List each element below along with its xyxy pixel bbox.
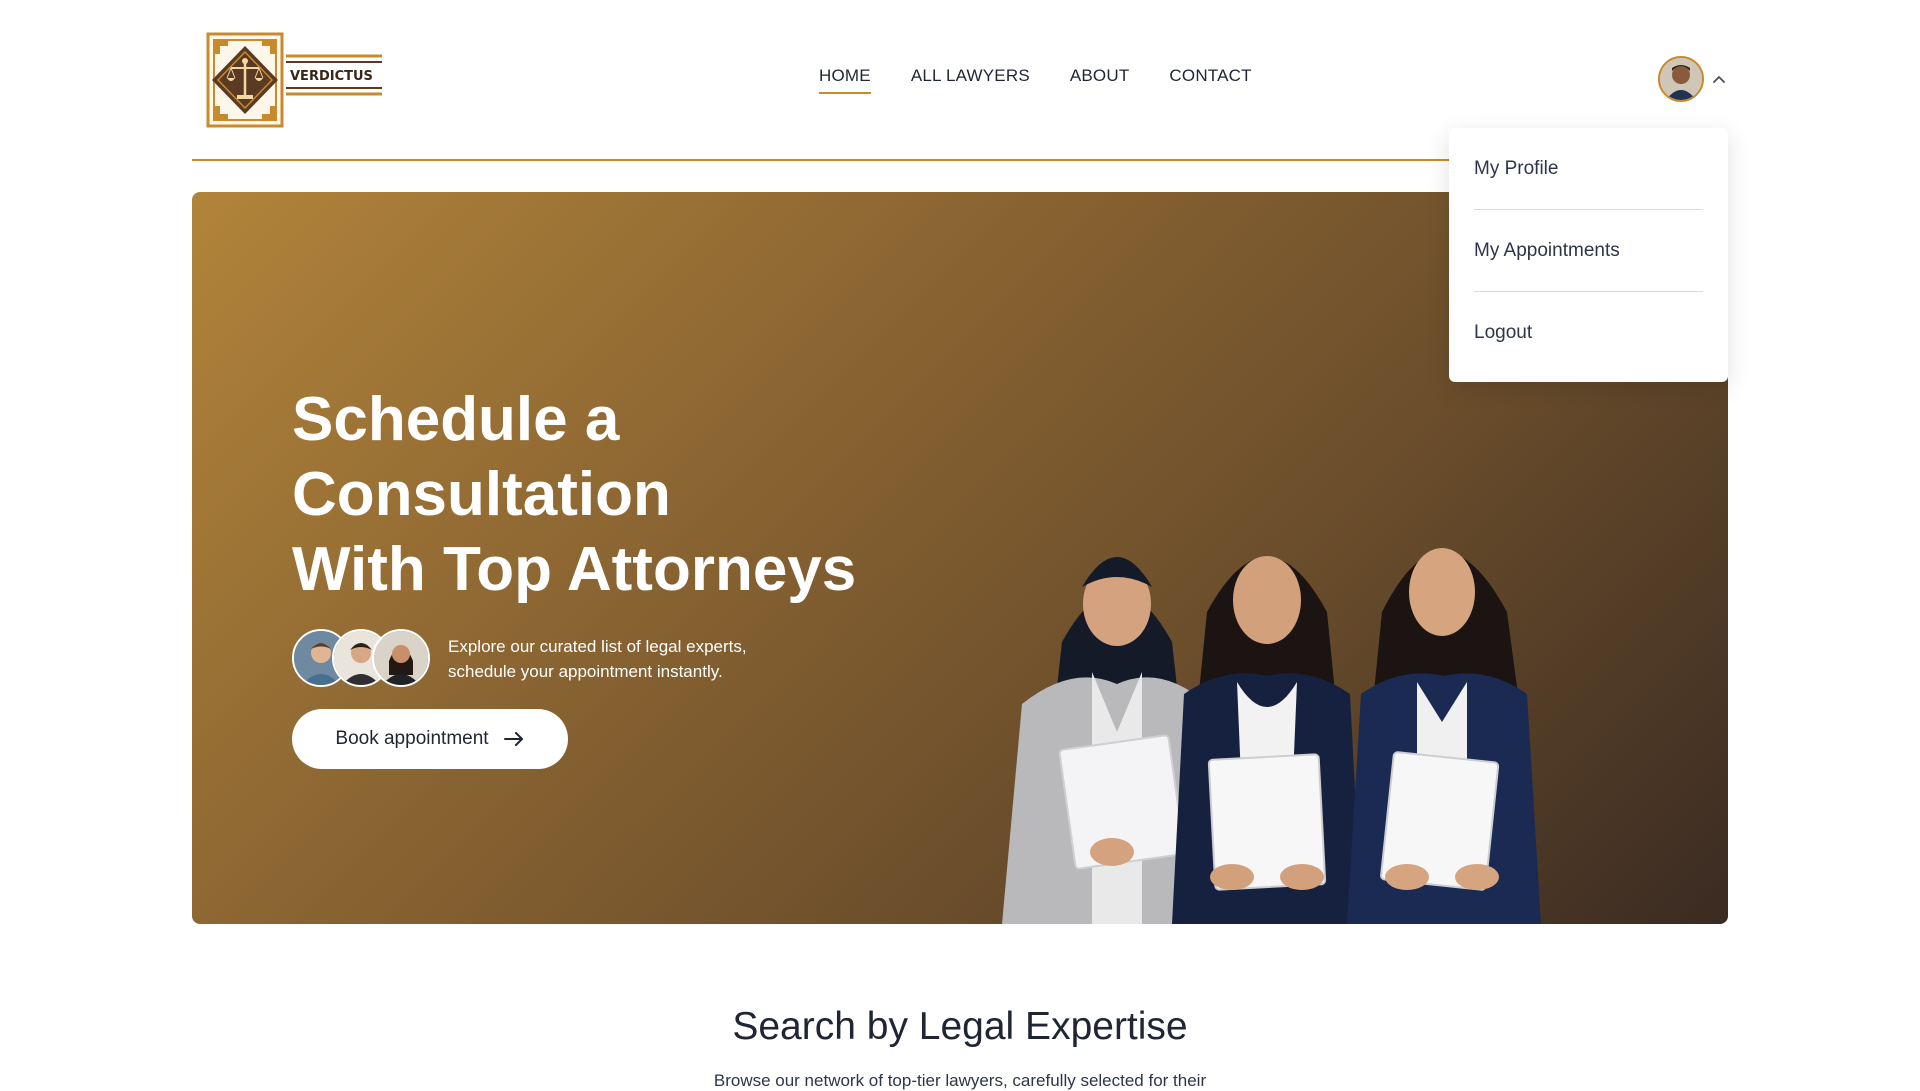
hero-title-line: With Top Attorneys bbox=[292, 535, 857, 604]
book-appointment-label: Book appointment bbox=[335, 728, 489, 749]
user-avatar-image bbox=[1660, 58, 1702, 100]
hero-social-proof: Explore our curated list of legal expert… bbox=[292, 629, 747, 689]
hero-title-line: Schedule a bbox=[292, 385, 620, 454]
nav-all-lawyers[interactable]: ALL LAWYERS bbox=[911, 66, 1030, 94]
hero-description: Explore our curated list of legal expert… bbox=[448, 634, 747, 684]
nav-about[interactable]: ABOUT bbox=[1070, 66, 1130, 94]
book-appointment-button[interactable]: Book appointment bbox=[292, 709, 568, 769]
hero-title: Schedule a Consultation With Top Attorne… bbox=[292, 382, 856, 607]
attorneys-photo bbox=[1002, 548, 1541, 924]
hero-title-line: Consultation bbox=[292, 460, 671, 529]
menu-item-logout[interactable]: Logout bbox=[1474, 292, 1703, 374]
brand-logo[interactable]: VERDICTUS bbox=[206, 32, 386, 128]
profile-dropdown-menu: My Profile My Appointments Logout bbox=[1449, 128, 1728, 382]
hero-description-line: schedule your appointment instantly. bbox=[448, 662, 723, 681]
user-avatar[interactable] bbox=[1658, 56, 1704, 102]
profile-menu-toggle[interactable] bbox=[1658, 56, 1728, 102]
menu-item-my-profile[interactable]: My Profile bbox=[1474, 128, 1703, 210]
section-title: Search by Legal Expertise bbox=[732, 1005, 1188, 1048]
lawyer-avatar-group bbox=[292, 629, 434, 689]
scales-of-justice-icon: VERDICTUS bbox=[206, 32, 382, 128]
menu-item-my-appointments[interactable]: My Appointments bbox=[1474, 210, 1703, 292]
main-nav: HOME ALL LAWYERS ABOUT CONTACT bbox=[819, 66, 1252, 94]
lawyer-avatar bbox=[372, 629, 430, 687]
brand-name: VERDICTUS bbox=[290, 69, 373, 84]
section-subtitle: Browse our network of top-tier lawyers, … bbox=[713, 1071, 1207, 1090]
nav-home[interactable]: HOME bbox=[819, 66, 871, 94]
chevron-up-icon[interactable] bbox=[1710, 70, 1728, 88]
hero-description-line: Explore our curated list of legal expert… bbox=[448, 637, 747, 656]
arrow-right-icon bbox=[503, 732, 523, 746]
nav-contact[interactable]: CONTACT bbox=[1169, 66, 1251, 94]
